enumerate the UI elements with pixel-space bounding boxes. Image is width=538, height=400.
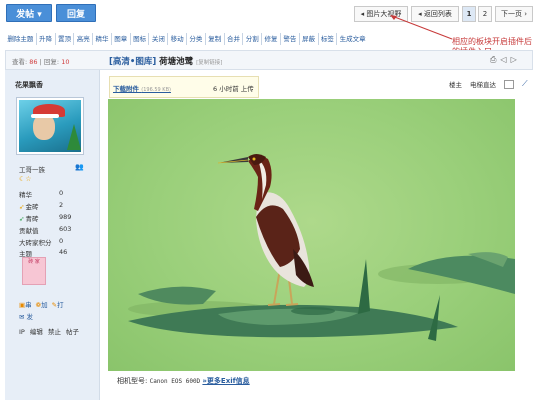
send-message-link[interactable]: 发	[27, 313, 34, 321]
toolbar-item[interactable]: 删除主题	[5, 33, 37, 45]
toolbar-item[interactable]: 升降	[37, 33, 56, 45]
toolbar-item[interactable]: 图标	[131, 33, 150, 45]
next-page-button[interactable]: 下一页 ›	[495, 6, 533, 22]
annotation-arrow-icon	[390, 15, 453, 40]
author-stat-label: 大砖家积分	[19, 237, 59, 247]
stats-separator: |	[39, 58, 42, 66]
download-link-label[interactable]: 下载附件	[113, 85, 139, 93]
toolbar-item[interactable]: 生成文章	[337, 33, 368, 45]
toolbar-item[interactable]: 合并	[225, 33, 244, 45]
author-stat-row: ➶青砖 989	[19, 213, 79, 223]
author-stat-row: 精华 0	[19, 189, 79, 199]
author-action-label[interactable]: 加	[41, 301, 48, 309]
author-stat-name: 大砖家积分	[19, 239, 52, 247]
author-action-2[interactable]: ✎打	[52, 299, 64, 309]
toolbar-item[interactable]: 高亮	[74, 33, 94, 45]
camera-model-value: Canon EOS 600D	[149, 378, 201, 385]
toolbar-item[interactable]: 复制	[206, 33, 225, 45]
gold-brick-icon: ➶	[19, 203, 25, 211]
rank-info-icon[interactable]: 👥	[75, 163, 84, 171]
jump-icon[interactable]: ⟋	[522, 79, 528, 89]
author-action-0[interactable]: ▣串	[19, 299, 32, 309]
post-photo[interactable]	[108, 99, 515, 371]
post-stats: 查看: 86 | 回复: 10	[12, 56, 69, 66]
author-stat-row: 大砖家积分 0	[19, 237, 79, 247]
floor-number-input[interactable]	[504, 79, 514, 89]
hat-trim	[31, 114, 59, 118]
heron-photo-image	[128, 154, 515, 341]
author-stat-value: 0	[59, 189, 64, 197]
moderator-toolbar: 删除主题 升降 置顶 高亮 精华 图章 图标 关闭 移动 分类 复制 合并 分割 修复 警告 屏蔽 标签 生成文章	[5, 33, 445, 45]
views-count: 86	[29, 58, 38, 66]
author-name[interactable]: 花果飘香	[15, 80, 43, 90]
author-stat-value: 989	[59, 213, 72, 221]
author-stat-label: 精华	[19, 189, 59, 199]
upload-time: 6 小时前 上传	[213, 85, 254, 93]
medal-badge[interactable]: 砖 家	[22, 257, 46, 285]
author-stat-label: 贡献值	[19, 225, 59, 235]
prev-thread-icon[interactable]: ◁	[500, 55, 506, 65]
post-title-text: 荷塘池鹭	[159, 57, 194, 67]
author-stat-name: 青砖	[25, 215, 39, 223]
author-actions-row2: ✉ 发	[19, 311, 33, 321]
author-stat-label: ➶金砖	[19, 201, 59, 211]
moderation-links[interactable]: IP 编辑 禁止 帖子	[19, 327, 91, 338]
author-action-label[interactable]: 串	[25, 301, 32, 309]
author-stat-value: 2	[59, 201, 64, 209]
toolbar-item[interactable]: 移动	[168, 33, 188, 45]
toolbar-item[interactable]: 精华	[93, 33, 112, 45]
post-header-bar	[5, 50, 533, 70]
author-action-1[interactable]: ❁加	[36, 299, 48, 309]
toolbar-item[interactable]: 图章	[112, 33, 131, 45]
green-brick-icon: ➶	[19, 215, 25, 223]
toolbar-item[interactable]: 标签	[319, 33, 338, 45]
author-action-label[interactable]: 打	[57, 301, 64, 309]
camera-model-label: 相机型号:	[117, 377, 148, 385]
author-stat-label: ➶青砖	[19, 213, 59, 223]
author-stat-name: 贡献值	[19, 227, 39, 235]
tree-icon	[67, 124, 81, 150]
copy-link-button[interactable]: [复制链接]	[196, 60, 222, 66]
toolbar-item[interactable]: 分割	[243, 33, 263, 45]
attachment-size: (196.59 KB)	[141, 87, 171, 93]
rank-stars: ☾☆	[19, 175, 32, 183]
title-icons: ⎙ ◁ ▷	[490, 55, 517, 65]
download-attachment-link[interactable]: 下载附件 (196.59 KB)	[113, 83, 171, 93]
author-rank: 工哥一族	[19, 166, 45, 174]
exif-info: 相机型号: Canon EOS 600D »更多Exif信息	[117, 376, 250, 386]
author-stat-name: 金砖	[25, 203, 39, 211]
toolbar-item[interactable]: 分类	[187, 33, 206, 45]
post-title: [高清•图库] 荷塘池鹭 [复制链接]	[109, 55, 222, 67]
author-stat-value: 603	[59, 225, 72, 233]
elevator-label: 电梯直达	[470, 81, 496, 89]
toolbar-item[interactable]: 修复	[262, 33, 281, 45]
author-actions-row1: ▣串 ❁加 ✎打	[19, 299, 64, 309]
toolbar-item[interactable]: 置顶	[56, 33, 75, 45]
replies-count: 10	[61, 58, 70, 66]
author-stat-value: 0	[59, 237, 64, 245]
author-stat-row: ➶金砖 2	[19, 201, 79, 211]
more-exif-link[interactable]: »更多Exif信息	[202, 377, 249, 385]
print-icon[interactable]: ⎙	[490, 55, 496, 65]
toolbar-item[interactable]: 警告	[281, 33, 300, 45]
post-tools: 楼主 电梯直达 ⟋	[449, 79, 528, 89]
page-1-button[interactable]: 1	[462, 6, 476, 22]
next-thread-icon[interactable]: ▷	[511, 55, 517, 65]
author-stat-value: 46	[59, 248, 68, 256]
views-label: 查看:	[12, 58, 28, 66]
avatar[interactable]	[16, 97, 84, 155]
toolbar-item[interactable]: 屏蔽	[300, 33, 319, 45]
floor-owner-label: 楼主	[449, 81, 462, 89]
page-2-button[interactable]: 2	[478, 6, 492, 22]
author-stat-row: 贡献值 603	[19, 225, 79, 235]
reply-button[interactable]: 回复	[56, 4, 96, 22]
post-category-tag[interactable]: [高清•图库]	[109, 57, 156, 67]
post-button[interactable]: 发帖 ▾	[6, 4, 52, 22]
author-stat-name: 精华	[19, 191, 32, 199]
toolbar-item[interactable]: 关闭	[149, 33, 169, 45]
message-icon[interactable]: ✉	[19, 313, 24, 321]
replies-label: 回复:	[43, 58, 60, 66]
